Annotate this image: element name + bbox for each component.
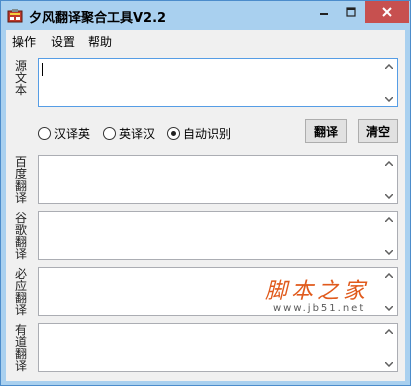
window-title: 夕风翻译聚合工具V2.2: [29, 11, 167, 26]
google-result-box[interactable]: [38, 211, 398, 260]
baidu-scrollbar[interactable]: [381, 156, 397, 203]
menu-bar: 操作 设置 帮助: [6, 30, 405, 51]
watermark-text: 脚本之家: [265, 279, 370, 304]
menu-operate[interactable]: 操作: [12, 33, 36, 50]
scroll-down-icon[interactable]: [384, 248, 394, 256]
close-icon: [382, 7, 392, 17]
app-window: 夕风翻译聚合工具V2.2 操作 设置 帮助 源 文 本 汉译英 英译汉 自动识别…: [0, 0, 411, 386]
radio-circle: [103, 127, 116, 140]
maximize-icon: [346, 7, 356, 17]
scroll-down-icon[interactable]: [384, 360, 394, 368]
radio-english-to-chinese[interactable]: 英译汉: [103, 125, 155, 142]
google-label: 谷 歌 翻 译: [14, 211, 27, 261]
watermark: 脚本之家 www.jb51.net: [265, 273, 370, 314]
youdao-result-box[interactable]: [38, 323, 398, 372]
source-text-input[interactable]: [38, 58, 398, 107]
maximize-button[interactable]: [338, 1, 364, 23]
scroll-down-icon[interactable]: [384, 95, 394, 103]
bing-scrollbar[interactable]: [381, 268, 397, 315]
minimize-icon: [320, 13, 328, 15]
radio-auto-detect[interactable]: 自动识别: [167, 125, 231, 142]
scroll-up-icon[interactable]: [384, 159, 394, 167]
scroll-down-icon[interactable]: [384, 304, 394, 312]
scroll-up-icon[interactable]: [384, 327, 394, 335]
scroll-up-icon[interactable]: [384, 215, 394, 223]
baidu-label: 百 度 翻 译: [14, 155, 27, 205]
scroll-up-icon[interactable]: [384, 271, 394, 279]
youdao-scrollbar[interactable]: [381, 324, 397, 371]
close-button[interactable]: [365, 1, 409, 23]
youdao-label: 有 道 翻 译: [14, 323, 27, 373]
radio-chinese-to-english[interactable]: 汉译英: [38, 125, 90, 142]
client-area: 操作 设置 帮助 源 文 本 汉译英 英译汉 自动识别 翻译 清空 百 度 翻 …: [6, 30, 405, 381]
radio-circle: [38, 127, 51, 140]
text-cursor: [42, 63, 43, 76]
bing-label: 必 应 翻 译: [14, 267, 27, 317]
app-icon: [7, 9, 23, 23]
clear-button[interactable]: 清空: [358, 119, 398, 143]
google-scrollbar[interactable]: [381, 212, 397, 259]
radio-circle-selected: [167, 127, 180, 140]
source-label: 源 文 本: [14, 59, 27, 97]
menu-help[interactable]: 帮助: [88, 33, 112, 50]
watermark-url: www.jb51.net: [273, 303, 366, 314]
menu-settings[interactable]: 设置: [51, 33, 75, 50]
scroll-up-icon[interactable]: [384, 62, 394, 70]
minimize-button[interactable]: [311, 1, 337, 23]
source-scrollbar[interactable]: [381, 59, 397, 106]
title-bar[interactable]: 夕风翻译聚合工具V2.2: [1, 1, 410, 30]
translate-button[interactable]: 翻译: [305, 119, 347, 143]
baidu-result-box[interactable]: [38, 155, 398, 204]
scroll-down-icon[interactable]: [384, 192, 394, 200]
